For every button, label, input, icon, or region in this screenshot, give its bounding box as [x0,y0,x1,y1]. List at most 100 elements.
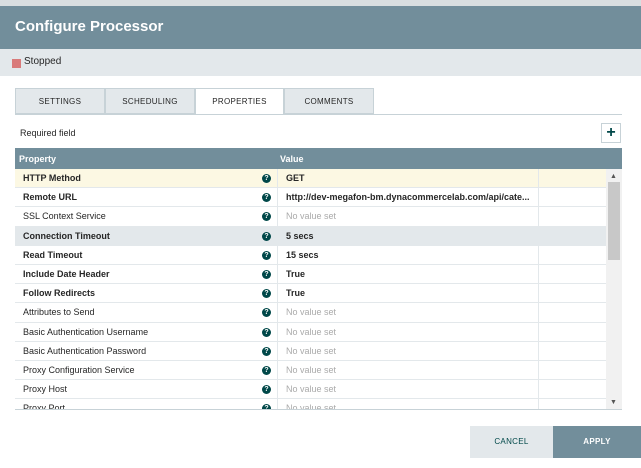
property-name: Include Date Header [23,268,110,279]
column-divider [277,284,278,303]
status-bar: Stopped [0,49,641,76]
table-row[interactable]: Proxy Host? No value set [15,380,606,400]
help-icon[interactable]: ? [262,385,271,395]
column-divider [277,264,278,284]
property-name: Basic Authentication Password [23,345,147,356]
table-scrollbar[interactable]: ▲ ▼ [606,169,622,409]
property-value[interactable]: No value set [286,307,336,317]
property-name: Attributes to Send [23,307,95,318]
cancel-button[interactable]: CANCEL [470,426,553,458]
property-name: Proxy Port [23,403,66,410]
property-value[interactable]: http://dev-megafon-bm.dynacommercelab.co… [286,192,530,202]
help-icon[interactable]: ? [262,193,271,203]
property-value[interactable]: No value set [286,211,336,221]
column-divider [277,380,278,399]
column-divider [277,303,278,322]
property-name: HTTP Method [23,173,81,183]
property-value[interactable]: No value set [286,327,336,337]
property-name: Follow Redirects [23,288,96,299]
column-divider [538,284,539,303]
table-row[interactable]: Basic Authentication Username? No value s… [15,322,606,342]
required-field-label: Required field [20,128,76,138]
table-row[interactable]: HTTP Method? GET [15,169,606,189]
help-icon[interactable]: ? [262,212,271,222]
column-divider [538,322,539,341]
tab-properties[interactable]: PROPERTIES [195,88,284,115]
property-value[interactable]: No value set [286,403,336,409]
tab-scheduling[interactable]: SCHEDULING [105,88,195,114]
property-value[interactable]: True [286,269,305,279]
table-row[interactable]: Include Date Header? True [15,264,606,285]
property-name: Connection Timeout [23,230,110,241]
column-divider [538,360,539,380]
configure-processor-dialog: Configure Processor Stopped SETTINGS SCH… [0,6,641,468]
stopped-icon [12,59,21,68]
column-divider [538,169,539,188]
table-row[interactable]: Attributes to Send? No value set [15,303,606,323]
column-divider [538,380,539,399]
table-row[interactable]: Read Timeout? 15 secs [15,245,606,265]
property-value[interactable]: No value set [286,384,336,394]
property-name: Read Timeout [23,249,83,260]
column-divider [277,207,278,226]
column-divider [538,399,539,409]
scroll-up-icon[interactable]: ▲ [610,173,617,180]
column-divider [277,188,278,207]
tab-divider [15,114,622,115]
property-value[interactable]: 15 secs [286,250,319,260]
property-name: Remote URL [23,192,78,203]
add-property-button[interactable]: + [601,123,621,143]
column-divider [277,322,278,341]
table-header: Property Value [15,148,622,169]
table-body: HTTP Method? GET Remote URL? http://dev-meg… [15,169,606,410]
help-icon[interactable]: ? [262,308,271,318]
column-divider [538,245,539,264]
dialog-header: Configure Processor [0,6,641,49]
table-row[interactable]: Basic Authentication Password? No value s… [15,341,606,361]
property-value[interactable]: True [286,288,305,298]
property-value[interactable]: No value set [286,346,336,356]
table-row[interactable]: Connection Timeout? 5 secs [15,226,606,246]
scroll-thumb[interactable] [608,182,620,260]
property-name: Proxy Host [23,384,68,395]
column-divider [277,245,278,264]
scroll-down-icon[interactable]: ▼ [610,399,617,406]
help-icon[interactable]: ? [262,404,271,409]
header-property: Property [19,154,57,164]
column-divider [277,360,278,380]
table-row[interactable]: Remote URL? http://dev-megafon-bm.dynacom… [15,188,606,208]
column-divider [538,303,539,322]
help-icon[interactable]: ? [262,231,271,241]
column-divider [538,188,539,207]
property-value[interactable]: 5 secs [286,231,314,241]
column-divider [277,399,278,409]
table-row[interactable]: Proxy Configuration Service? No value set [15,360,606,381]
table-row[interactable]: Follow Redirects? True [15,284,606,304]
status-text: Stopped [24,56,62,67]
help-icon[interactable]: ? [262,250,271,260]
column-divider [277,341,278,360]
column-divider [538,264,539,284]
property-name: Proxy Configuration Service [23,364,135,375]
property-value[interactable]: GET [286,173,305,183]
help-icon[interactable]: ? [262,289,271,299]
property-name: Basic Authentication Username [23,326,149,337]
property-name: SSL Context Service [23,211,106,222]
help-icon[interactable]: ? [262,346,271,356]
header-value: Value [280,154,304,164]
column-divider [538,226,539,245]
help-icon[interactable]: ? [262,269,271,279]
properties-table: Property Value HTTP Method? GET Remote URL… [15,148,622,410]
table-row[interactable]: SSL Context Service? No value set [15,207,606,227]
table-row[interactable]: Proxy Port? No value set [15,399,606,410]
help-icon[interactable]: ? [262,365,271,375]
dialog-footer: CANCEL APPLY [0,426,641,468]
dialog-title: Configure Processor [15,18,164,35]
help-icon[interactable]: ? [262,327,271,337]
property-value[interactable]: No value set [286,365,336,375]
help-icon[interactable]: ? [262,174,271,183]
tab-comments[interactable]: COMMENTS [284,88,374,114]
apply-button[interactable]: APPLY [553,426,641,458]
tab-settings[interactable]: SETTINGS [15,88,105,114]
column-divider [277,169,278,188]
